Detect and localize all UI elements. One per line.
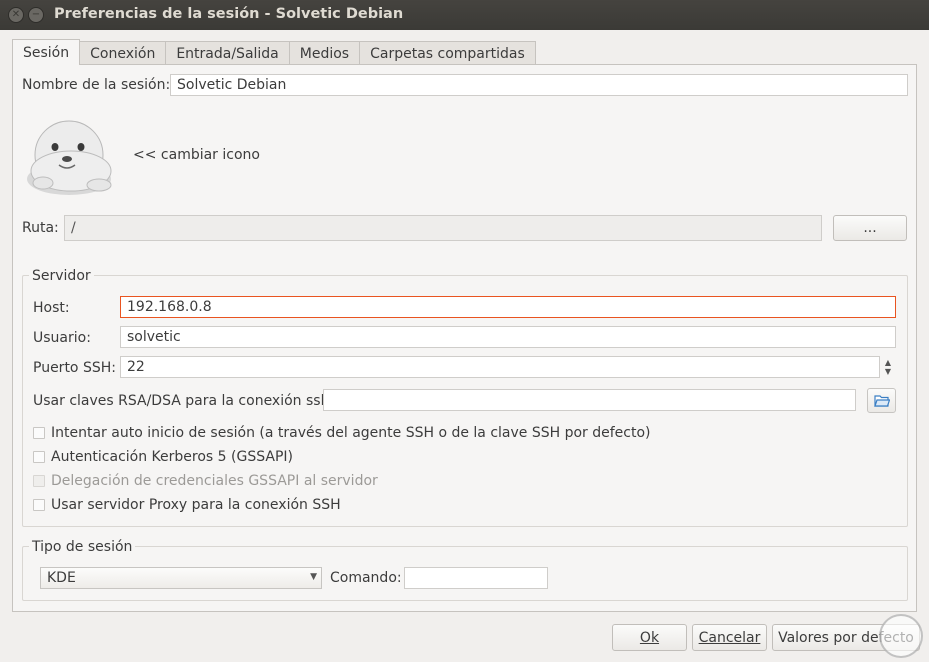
tab-bar: Sesión Conexión Entrada/Salida Medios Ca…: [12, 39, 536, 65]
cancel-label: Cancelar: [698, 629, 761, 646]
folder-open-icon: [873, 394, 890, 407]
tab-label: Conexión: [90, 45, 156, 62]
gssapi-delegation-label: Delegación de credenciales GSSAPI al ser…: [51, 473, 378, 489]
tab-sesion[interactable]: Sesión: [12, 39, 81, 65]
tab-label: Medios: [299, 45, 350, 62]
tab-label: Carpetas compartidas: [370, 45, 525, 62]
ssh-port-input[interactable]: [120, 356, 880, 378]
proxy-label: Usar servidor Proxy para la conexión SSH: [51, 497, 341, 513]
seal-icon: [27, 120, 112, 195]
rsa-keys-label: Usar claves RSA/DSA para la conexión ssh…: [33, 393, 335, 409]
kerberos-checkbox[interactable]: [33, 451, 45, 463]
ssh-port-spinner[interactable]: ▲ ▼: [881, 356, 895, 378]
minimize-icon: −: [31, 9, 41, 20]
host-input[interactable]: [120, 296, 896, 318]
path-label: Ruta:: [22, 220, 59, 236]
tab-label: Entrada/Salida: [176, 45, 279, 62]
command-label: Comando:: [330, 570, 402, 586]
session-type-value: KDE: [47, 570, 76, 586]
rsa-keys-input[interactable]: [323, 389, 856, 411]
spin-down-icon[interactable]: ▼: [885, 367, 891, 376]
auto-login-checkbox[interactable]: [33, 427, 45, 439]
minimize-window-button[interactable]: −: [28, 7, 44, 23]
watermark-logo: [879, 614, 923, 658]
gssapi-delegation-checkbox-row: Delegación de credenciales GSSAPI al ser…: [33, 472, 378, 490]
session-name-input[interactable]: [170, 74, 908, 96]
gssapi-delegation-checkbox: [33, 475, 45, 487]
session-type-combo[interactable]: KDE ▼: [40, 567, 322, 589]
server-group-title: Servidor: [29, 268, 94, 284]
auto-login-checkbox-row[interactable]: Intentar auto inicio de sesión (a través…: [33, 424, 651, 442]
close-window-button[interactable]: ✕: [8, 7, 24, 23]
session-icon-seal[interactable]: [23, 113, 119, 199]
tab-label: Sesión: [23, 44, 70, 61]
path-input[interactable]: [64, 215, 822, 241]
tab-carpetas-compartidas[interactable]: Carpetas compartidas: [360, 41, 536, 65]
session-type-group-title: Tipo de sesión: [29, 539, 136, 555]
tab-conexion[interactable]: Conexión: [80, 41, 167, 65]
kerberos-checkbox-row[interactable]: Autenticación Kerberos 5 (GSSAPI): [33, 448, 293, 466]
kerberos-label: Autenticación Kerberos 5 (GSSAPI): [51, 449, 293, 465]
window-title: Preferencias de la sesión - Solvetic Deb…: [54, 6, 404, 22]
ssh-port-label: Puerto SSH:: [33, 360, 116, 376]
change-icon-link[interactable]: << cambiar icono: [133, 147, 260, 163]
browse-label: ...: [863, 220, 877, 236]
tab-medios[interactable]: Medios: [289, 41, 361, 65]
rsa-keys-browse-button[interactable]: [867, 388, 896, 413]
tab-entrada-salida[interactable]: Entrada/Salida: [166, 41, 290, 65]
session-panel: Nombre de la sesión: << cambiar icono Ru…: [12, 64, 917, 612]
ok-label: Ok: [639, 629, 660, 646]
proxy-checkbox-row[interactable]: Usar servidor Proxy para la conexión SSH: [33, 496, 341, 514]
session-name-label: Nombre de la sesión:: [22, 77, 171, 93]
user-input[interactable]: [120, 326, 896, 348]
host-label: Host:: [33, 300, 70, 316]
spin-up-icon[interactable]: ▲: [885, 358, 891, 367]
cancel-button[interactable]: Cancelar: [692, 624, 767, 651]
window-titlebar: ✕ − Preferencias de la sesión - Solvetic…: [0, 0, 929, 30]
command-input[interactable]: [404, 567, 548, 589]
ok-button[interactable]: Ok: [612, 624, 687, 651]
user-label: Usuario:: [33, 330, 91, 346]
close-icon: ✕: [11, 9, 21, 20]
chevron-down-icon: ▼: [310, 572, 317, 582]
auto-login-label: Intentar auto inicio de sesión (a través…: [51, 425, 651, 441]
proxy-checkbox[interactable]: [33, 499, 45, 511]
browse-path-button[interactable]: ...: [833, 215, 907, 241]
